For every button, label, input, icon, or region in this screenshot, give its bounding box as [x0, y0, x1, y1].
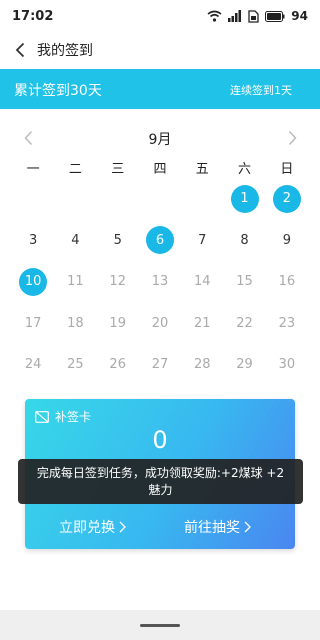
calendar-day-number: 26 [109, 357, 126, 373]
streak-checkin-days: 连续签到1天 [230, 84, 292, 97]
status-icons: 94 [207, 9, 308, 23]
home-indicator[interactable] [140, 624, 180, 627]
calendar-day-number: 5 [113, 232, 122, 248]
calendar-day[interactable]: 10 [12, 261, 54, 303]
calendar-day-number: 23 [278, 315, 296, 331]
calendar-day-number: 1 [230, 184, 259, 213]
calendar-empty-cell [139, 178, 181, 220]
next-month-button[interactable] [282, 126, 302, 150]
calendar-day-number: 16 [278, 274, 296, 290]
makeup-card-title: 补签卡 [55, 410, 92, 424]
makeup-card-header: 补签卡 [35, 408, 91, 425]
calendar-day[interactable]: 5 [97, 220, 139, 262]
calendar-day-number: 22 [236, 315, 253, 331]
calendar-day-number: 8 [240, 232, 249, 248]
nav-bar: 我的签到 [0, 32, 320, 68]
calendar-day-number: 11 [67, 274, 84, 290]
calendar-day-number: 6 [145, 226, 174, 255]
calendar-day[interactable]: 7 [181, 220, 223, 262]
calendar-day[interactable]: 15 [223, 261, 265, 303]
calendar-day[interactable]: 8 [223, 220, 265, 262]
calendar-day-number: 27 [151, 357, 169, 373]
calendar-empty-cell [54, 178, 96, 220]
calendar-day[interactable]: 18 [54, 303, 96, 345]
status-time: 17:02 [12, 9, 54, 24]
calendar-day[interactable]: 28 [181, 344, 223, 386]
calendar-day-number: 21 [194, 315, 211, 331]
calendar-day[interactable]: 27 [139, 344, 181, 386]
calendar-day[interactable]: 6 [139, 220, 181, 262]
chevron-right-icon [119, 521, 126, 533]
calendar-day[interactable]: 25 [54, 344, 96, 386]
reward-toast: 完成每日签到任务，成功领取奖励:+2煤球 +2魅力 [18, 459, 303, 504]
makeup-card-count: 0 [152, 426, 168, 454]
calendar-day-number: 2 [272, 184, 301, 213]
redeem-button[interactable]: 立即兑换 [59, 517, 126, 537]
calendar-day-number: 17 [24, 315, 42, 331]
calendar-day[interactable]: 12 [97, 261, 139, 303]
calendar-day[interactable]: 4 [54, 220, 96, 262]
calendar-day-number: 30 [278, 357, 296, 373]
calendar-day-number: 25 [67, 357, 84, 373]
calendar-empty-cell [181, 178, 223, 220]
calendar-day-number: 20 [151, 315, 169, 331]
calendar-day-number: 14 [194, 274, 211, 290]
calendar-empty-cell [97, 178, 139, 220]
battery-icon [265, 10, 285, 22]
calendar-day-number: 4 [71, 232, 80, 248]
calendar-day[interactable]: 1 [223, 178, 265, 220]
calendar-day-number: 28 [194, 357, 211, 373]
calendar-day[interactable]: 3 [12, 220, 54, 262]
calendar-day[interactable]: 13 [139, 261, 181, 303]
calendar-grid: 1 2 3 4 5 6 7 8 9 10 11 12 13 14 15 16 17 18 19 20 21 22 23 24 2… [12, 178, 308, 386]
status-bar: 17:02 94 [0, 0, 320, 32]
calendar-day[interactable]: 29 [223, 344, 265, 386]
calendar-day-number: 19 [109, 315, 126, 331]
lottery-button[interactable]: 前往抽奖 [184, 517, 251, 537]
signal-icon [228, 10, 242, 22]
calendar-day-number: 9 [282, 232, 291, 248]
chevron-right-icon [288, 130, 297, 146]
calendar-day-number: 29 [236, 357, 253, 373]
makeup-card-icon [35, 410, 49, 423]
wifi-icon [207, 10, 222, 22]
calendar-day[interactable]: 14 [181, 261, 223, 303]
calendar-day-number: 24 [24, 357, 42, 373]
month-label: 9月 [148, 132, 172, 148]
back-button[interactable] [8, 36, 32, 64]
calendar-day[interactable]: 19 [97, 303, 139, 345]
battery-level: 94 [291, 9, 308, 23]
total-checkin-days: 累计签到30天 [14, 83, 102, 99]
calendar-day-number: 7 [198, 232, 207, 248]
checkin-summary-banner: 累计签到30天 连续签到1天 [0, 69, 320, 109]
system-nav-bar [0, 610, 320, 640]
calendar-day-number: 3 [29, 232, 38, 248]
calendar-day[interactable]: 30 [266, 344, 308, 386]
calendar-day-number: 10 [19, 267, 48, 296]
calendar-day[interactable]: 24 [12, 344, 54, 386]
calendar-day[interactable]: 17 [12, 303, 54, 345]
calendar-day-number: 13 [151, 274, 169, 290]
chevron-right-icon [244, 521, 251, 533]
page-title: 我的签到 [37, 43, 93, 59]
redeem-label: 立即兑换 [59, 520, 115, 536]
sim-icon [248, 9, 259, 23]
back-arrow-icon [15, 42, 25, 58]
calendar-day[interactable]: 16 [266, 261, 308, 303]
calendar-day[interactable]: 26 [97, 344, 139, 386]
calendar-day-number: 12 [109, 274, 126, 290]
calendar-day[interactable]: 2 [266, 178, 308, 220]
calendar-day[interactable]: 11 [54, 261, 96, 303]
calendar-day[interactable]: 9 [266, 220, 308, 262]
calendar-empty-cell [12, 178, 54, 220]
calendar-day[interactable]: 23 [266, 303, 308, 345]
calendar-day-number: 18 [67, 315, 84, 331]
calendar-day-number: 15 [236, 274, 253, 290]
calendar-day[interactable]: 22 [223, 303, 265, 345]
calendar-day[interactable]: 21 [181, 303, 223, 345]
calendar-day[interactable]: 20 [139, 303, 181, 345]
lottery-label: 前往抽奖 [184, 520, 240, 536]
month-navigator: 9月 [0, 124, 320, 152]
